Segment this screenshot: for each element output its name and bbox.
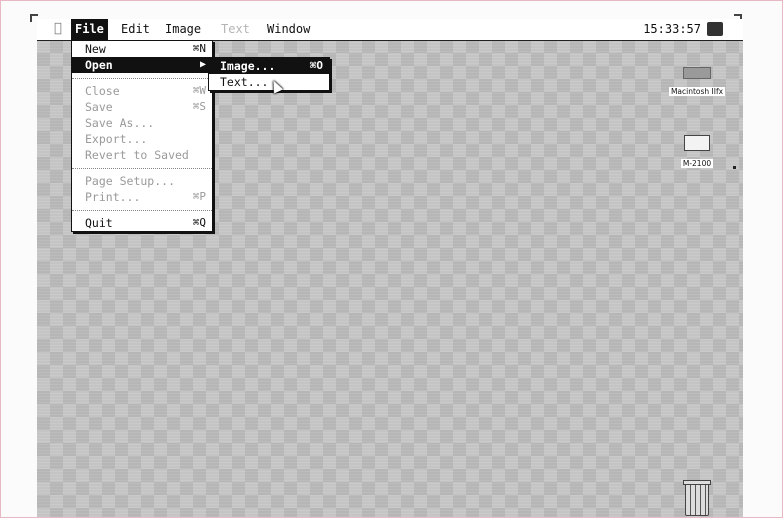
menu-bar:  File Edit Image Text Window 15:33:57 bbox=[37, 19, 743, 41]
menu-item-save-as[interactable]: Save As... bbox=[72, 115, 212, 131]
menu-text[interactable]: Text bbox=[217, 19, 254, 40]
menu-item-close[interactable]: Close ⌘W bbox=[72, 83, 212, 99]
printer-disk-icon bbox=[684, 135, 710, 151]
menu-item-label: Text... bbox=[220, 75, 269, 89]
menu-item-page-setup[interactable]: Page Setup... bbox=[72, 173, 212, 189]
menu-image[interactable]: Image bbox=[161, 19, 205, 40]
desktop-icon-hard-disk[interactable]: Macintosh IIfx bbox=[657, 67, 737, 98]
finder-app-icon[interactable] bbox=[707, 22, 723, 36]
open-submenu: Image... ⌘O Text... bbox=[208, 57, 330, 91]
menu-item-shortcut: ⌘N bbox=[192, 42, 206, 55]
desktop-icon-label: Macintosh IIfx bbox=[668, 87, 726, 96]
menu-item-export[interactable]: Export... bbox=[72, 131, 212, 147]
menu-item-save[interactable]: Save ⌘S bbox=[72, 99, 212, 115]
menu-item-label: New bbox=[85, 42, 106, 56]
menubar-clock: 15:33:57 bbox=[643, 22, 701, 36]
menu-item-label: Save bbox=[85, 100, 113, 114]
menu-item-shortcut: ⌘O bbox=[309, 59, 323, 72]
menu-item-open[interactable]: Open ▶ bbox=[72, 57, 212, 73]
submenu-arrow-icon: ▶ bbox=[199, 59, 206, 70]
menu-file[interactable]: File bbox=[71, 19, 108, 40]
trash-icon[interactable] bbox=[683, 480, 711, 516]
menu-item-quit[interactable]: Quit ⌘Q bbox=[72, 215, 212, 231]
menu-item-label: Save As... bbox=[85, 116, 155, 130]
submenu-item-image[interactable]: Image... ⌘O bbox=[209, 58, 329, 74]
menu-item-print[interactable]: Print... ⌘P bbox=[72, 189, 212, 205]
desktop-icon-printer[interactable]: M-2100 bbox=[669, 135, 725, 170]
menu-window[interactable]: Window bbox=[263, 19, 314, 40]
menu-separator bbox=[72, 168, 212, 169]
menu-item-shortcut: ⌘P bbox=[192, 190, 206, 203]
menu-edit[interactable]: Edit bbox=[117, 19, 154, 40]
mac-screen:  File Edit Image Text Window 15:33:57 N… bbox=[37, 19, 743, 517]
apple-menu-icon[interactable]:  bbox=[54, 21, 62, 36]
screen-mark bbox=[733, 166, 736, 169]
menu-item-label: Open bbox=[85, 58, 113, 72]
menu-separator bbox=[72, 78, 212, 79]
menu-item-label: Export... bbox=[85, 132, 148, 146]
menu-item-label: Quit bbox=[85, 216, 113, 230]
menu-item-label: Revert to Saved bbox=[85, 148, 189, 162]
menu-item-label: Close bbox=[85, 84, 120, 98]
menu-item-revert[interactable]: Revert to Saved bbox=[72, 147, 212, 163]
menu-item-label: Print... bbox=[85, 190, 141, 204]
menu-separator bbox=[72, 210, 212, 211]
hard-disk-icon bbox=[683, 67, 711, 79]
menu-item-label: Image... bbox=[220, 59, 276, 73]
menu-item-shortcut: ⌘Q bbox=[192, 216, 206, 229]
menu-item-shortcut: ⌘S bbox=[192, 100, 206, 113]
menu-item-new[interactable]: New ⌘N bbox=[72, 41, 212, 57]
menu-item-shortcut: ⌘W bbox=[192, 84, 206, 97]
file-menu-dropdown: New ⌘N Open ▶ Close ⌘W Save ⌘S Save As..… bbox=[71, 40, 213, 232]
desktop-icon-label: M-2100 bbox=[680, 159, 714, 168]
menu-item-label: Page Setup... bbox=[85, 174, 176, 188]
